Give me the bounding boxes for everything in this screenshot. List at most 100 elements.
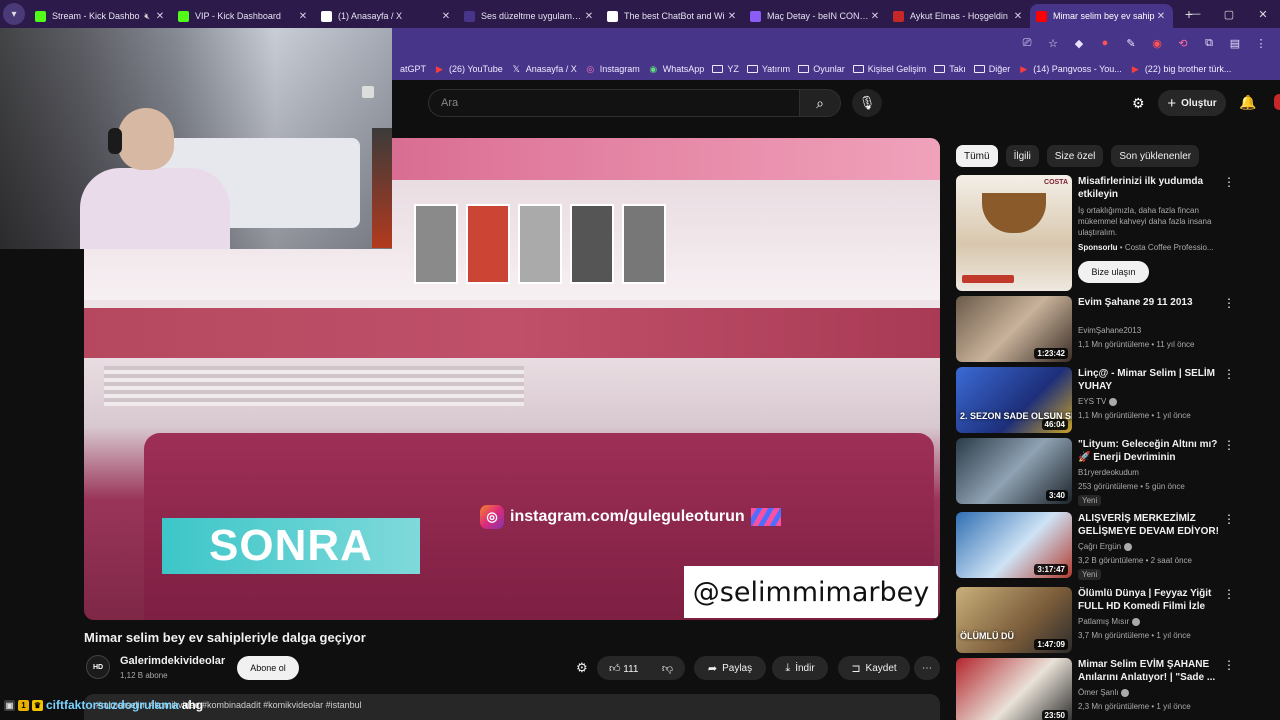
recommendation-card[interactable]: 3:17:47 ALIŞVERİŞ MERKEZİMİZ GELİŞMEYE DE… — [956, 512, 1266, 580]
close-tab-icon[interactable]: ✕ — [869, 11, 881, 22]
video-thumbnail[interactable]: 3:40 — [956, 438, 1072, 504]
video-thumbnail[interactable]: 3:17:47 — [956, 512, 1072, 578]
recommendation-card[interactable]: 1:23:42 Evim Şahane 29 11 2013 EvimŞahane2… — [956, 296, 1266, 362]
bookmark-item[interactable]: ▶ (22) big brother türk... — [1130, 64, 1232, 75]
close-tab-icon[interactable]: ✕ — [1012, 11, 1024, 22]
more-vertical-icon[interactable]: ⋮ — [1222, 658, 1236, 672]
close-tab-icon[interactable]: ✕ — [154, 11, 166, 22]
video-thumbnail[interactable]: 1:23:42 — [956, 296, 1072, 362]
share-button[interactable]: ➦ Paylaş — [694, 656, 766, 680]
more-actions-button[interactable]: ⋯ — [914, 656, 940, 680]
bookmark-item[interactable]: ◎ Instagram — [585, 64, 639, 75]
description-box[interactable]: #mimarselim #komikvideo #kombinadadit #k… — [84, 694, 940, 720]
minimize-icon[interactable]: — — [1178, 8, 1212, 20]
close-tab-icon[interactable]: ✕ — [726, 11, 738, 22]
subscribe-button[interactable]: Abone ol — [237, 656, 299, 680]
recommendation-title[interactable]: "Lityum: Geleceğin Altını mı? 🚀 Enerji D… — [1078, 438, 1220, 465]
recommendation-card[interactable]: 3:40 "Lityum: Geleceğin Altını mı? 🚀 Ener… — [956, 438, 1266, 506]
browser-tab[interactable]: The best ChatBot and Wi ✕ — [601, 4, 744, 28]
close-window-icon[interactable]: ✕ — [1246, 8, 1280, 21]
tab-search-menu-button[interactable]: ▾ — [3, 3, 25, 25]
ad-card[interactable]: COSTA Misafirlerinizi ilk yudumda etkile… — [956, 175, 1266, 291]
video-thumbnail[interactable]: ÖLÜMLÜ DÜ 1:47:09 — [956, 587, 1072, 653]
bookmark-item[interactable]: Diğer — [973, 64, 1010, 74]
channel-avatar[interactable]: HD — [86, 655, 110, 679]
browser-tab[interactable]: (1) Anasayfa / X ✕ — [315, 4, 458, 28]
voice-search-button[interactable]: 🎙 — [852, 89, 882, 117]
recommendation-channel[interactable]: EvimŞahane2013 — [1078, 326, 1141, 335]
recommendation-channel[interactable]: Patlamış Mısır — [1078, 617, 1141, 626]
more-vertical-icon[interactable]: ⋮ — [1222, 587, 1236, 601]
close-tab-icon[interactable]: ✕ — [583, 11, 595, 22]
browser-tab[interactable]: Ses düzeltme uygulamalar ✕ — [458, 4, 601, 28]
browser-tab[interactable]: Stream - Kick Dashbo 🔇︎ ✕ — [29, 4, 172, 28]
extension-icon[interactable]: ◆ — [1072, 37, 1086, 50]
bookmark-star-icon[interactable]: ☆ — [1046, 37, 1060, 50]
ad-contact-button[interactable]: Bize ulaşın — [1078, 261, 1149, 283]
bookmark-item[interactable]: ◉ WhatsApp — [648, 64, 704, 75]
recommendation-title[interactable]: Ölümlü Dünya | Feyyaz Yiğit FULL HD Kome… — [1078, 587, 1220, 613]
bookmark-item[interactable]: 𝕏 Anasayfa / X — [511, 64, 577, 75]
recommendation-card[interactable]: 2. SEZON SADE OLSUN SELİM46:04Linç@ - Mi… — [956, 367, 1266, 433]
maximize-icon[interactable]: ▢ — [1212, 8, 1246, 21]
recommendation-title[interactable]: ALIŞVERİŞ MERKEZİMİZ GELİŞMEYE DEVAM EDİ… — [1078, 512, 1220, 539]
browser-tab[interactable]: VIP - Kick Dashboard ✕ — [172, 4, 315, 28]
bookmark-item[interactable]: Kişisel Gelişim — [852, 64, 926, 74]
video-thumbnail[interactable]: 2. SEZON SADE OLSUN SELİM46:04 — [956, 367, 1072, 433]
close-tab-icon[interactable]: ✕ — [440, 11, 452, 22]
filter-chip[interactable]: İlgili — [1005, 145, 1039, 167]
more-vertical-icon[interactable]: ⋮ — [1222, 175, 1236, 189]
recommendation-channel[interactable]: B1ryerdeokudum — [1078, 468, 1139, 477]
save-button[interactable]: ⊐ Kaydet — [838, 656, 910, 680]
extension-icon[interactable]: ⟲ — [1176, 37, 1190, 50]
filter-chip[interactable]: Son yüklenenler — [1111, 145, 1200, 167]
bookmark-item[interactable]: ▶ (14) Pangvoss - You... — [1018, 64, 1122, 75]
bookmark-item[interactable]: YZ — [712, 64, 739, 74]
dislike-button[interactable]: 👎︎ — [662, 662, 673, 675]
bookmark-item[interactable]: Takı — [934, 64, 966, 74]
ad-thumbnail[interactable]: COSTA — [956, 175, 1072, 291]
sidebar-panel-icon[interactable]: ▤ — [1228, 37, 1242, 50]
more-vertical-icon[interactable]: ⋮ — [1222, 296, 1236, 310]
browser-tab[interactable]: Mimar selim bey ev sahip ✕ — [1030, 4, 1173, 28]
bookmark-item[interactable]: Yatırım — [746, 64, 790, 74]
channel-name[interactable]: Galerimdekivideolar — [120, 655, 225, 667]
recommendation-title[interactable]: Linç@ - Mimar Selim | SELİM YUHAY — [1078, 367, 1220, 393]
extension-icon[interactable]: ✎ — [1124, 37, 1138, 50]
filter-chip[interactable]: Size özel — [1046, 145, 1104, 167]
extension-icon[interactable]: ◉ — [1150, 37, 1164, 50]
ad-title[interactable]: Misafirlerinizi ilk yudumda etkileyin — [1078, 175, 1220, 201]
download-button[interactable]: ⤓ İndir — [772, 656, 828, 680]
recommendation-channel[interactable]: Çağrı Ergün — [1078, 542, 1133, 551]
recommendation-title[interactable]: Evim Şahane 29 11 2013 — [1078, 296, 1220, 309]
extension-icon[interactable]: ● — [1098, 37, 1112, 49]
browser-tab[interactable]: Maç Detay - beIN CONNE ✕ — [744, 4, 887, 28]
create-button[interactable]: + Oluştur — [1158, 90, 1226, 116]
more-vertical-icon[interactable]: ⋮ — [1222, 512, 1236, 526]
filter-chip[interactable]: Tümü — [956, 145, 998, 167]
extensions-puzzle-icon[interactable]: ⧉ — [1202, 37, 1216, 50]
recommendation-title[interactable]: Mimar Selim EVİM ŞAHANE Anılarını Anlatı… — [1078, 658, 1220, 684]
close-tab-icon[interactable]: ✕ — [297, 11, 309, 22]
gear-icon[interactable]: ⚙ — [576, 660, 588, 676]
close-tab-icon[interactable]: ✕ — [1155, 11, 1167, 22]
notifications-bell-icon[interactable]: 🔔 — [1239, 94, 1256, 111]
cast-icon[interactable]: ⎚ — [1020, 37, 1034, 50]
browser-tab[interactable]: Aykut Elmas - Hoşgeldin ✕ — [887, 4, 1030, 28]
like-button[interactable]: 👍︎ 111 — [609, 662, 638, 675]
search-input[interactable]: Ara — [428, 89, 800, 117]
more-vertical-icon[interactable]: ⋮ — [1222, 367, 1236, 381]
recommendation-channel[interactable]: EYS TV — [1078, 397, 1118, 406]
bookmark-item[interactable]: ▶ (26) YouTube — [434, 64, 503, 75]
account-avatar[interactable] — [1274, 94, 1280, 110]
video-thumbnail[interactable]: 23:50 — [956, 658, 1072, 720]
search-button[interactable]: ⌕ — [799, 89, 841, 117]
recommendation-card[interactable]: 23:50 Mimar Selim EVİM ŞAHANE Anılarını A… — [956, 658, 1266, 720]
more-menu-icon[interactable]: ⋮ — [1254, 37, 1268, 50]
recommendation-channel[interactable]: Ömer Şanlı — [1078, 688, 1130, 697]
muted-speaker-icon[interactable]: 🔇︎ — [144, 11, 150, 22]
settings-gear-icon[interactable]: ⚙ — [1132, 95, 1145, 112]
recommendation-card[interactable]: ÖLÜMLÜ DÜ 1:47:09 Ölümlü Dünya | Feyyaz Yi… — [956, 587, 1266, 653]
bookmark-item[interactable]: Oyunlar — [798, 64, 845, 74]
more-vertical-icon[interactable]: ⋮ — [1222, 438, 1236, 452]
